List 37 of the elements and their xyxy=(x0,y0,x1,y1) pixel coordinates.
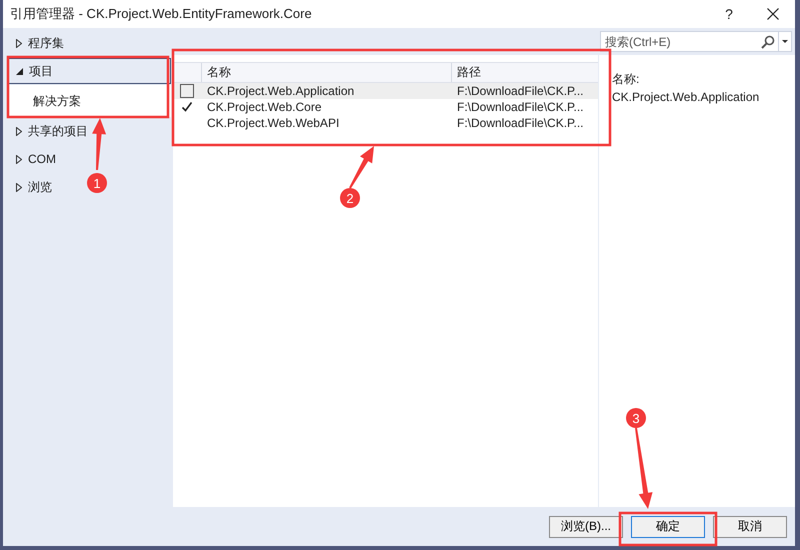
annotation-arrow xyxy=(349,146,374,188)
table-cell-text: F:\DownloadFile\CK.P... xyxy=(456,100,584,114)
dialog-button[interactable]: 浏览(B)... xyxy=(549,516,623,538)
sidebar-item[interactable]: 项目 xyxy=(7,58,171,84)
search-icon xyxy=(761,34,775,48)
table-cell-text: F:\DownloadFile\CK.P... xyxy=(456,84,584,98)
table-cell-text: F:\DownloadFile\CK.P... xyxy=(456,116,584,130)
expanded-triangle-icon[interactable] xyxy=(16,68,23,74)
collapsed-triangle-icon[interactable] xyxy=(16,126,22,136)
dropdown-icon[interactable] xyxy=(778,32,791,51)
sidebar-item[interactable]: 浏览 xyxy=(7,174,57,200)
details-label: 名称: xyxy=(612,71,640,88)
annotation-arrow xyxy=(92,118,106,170)
column-header[interactable]: 名称 xyxy=(201,63,451,82)
table-row[interactable]: CK.Project.Web.WebAPI F:\DownloadFile\CK.P... xyxy=(173,115,598,131)
dialog-button[interactable]: 确定 xyxy=(631,516,705,538)
checkbox[interactable] xyxy=(180,100,194,114)
close-icon xyxy=(767,8,779,20)
table-row[interactable]: CK.Project.Web.Core F:\DownloadFile\CK.P... xyxy=(173,99,598,115)
sidebar-item[interactable]: 共享的项目 xyxy=(7,118,93,144)
table-cell-text: CK.Project.Web.Core xyxy=(206,100,322,114)
sidebar-item[interactable]: 程序集 xyxy=(7,30,69,56)
table-cell-text: CK.Project.Web.WebAPI xyxy=(206,116,340,130)
details-value: CK.Project.Web.Application xyxy=(612,90,760,104)
sidebar-item[interactable]: COM xyxy=(7,146,61,172)
search-field[interactable]: 搜索(Ctrl+E) xyxy=(600,31,792,52)
sidebar-subitem[interactable]: 解决方案 xyxy=(7,85,171,117)
dialog-button[interactable]: 取消 xyxy=(713,516,787,538)
table-cell-text: CK.Project.Web.Application xyxy=(206,84,356,98)
collapsed-triangle-icon[interactable] xyxy=(16,38,22,48)
window-title: 引用管理器 - CK.Project.Web.EntityFramework.Core xyxy=(10,5,313,23)
column-header[interactable]: 路径 xyxy=(451,63,598,82)
collapsed-triangle-icon[interactable] xyxy=(16,182,22,192)
table-row[interactable]: CK.Project.Web.Application F:\DownloadFile\CK.P... xyxy=(173,83,598,99)
checkbox[interactable] xyxy=(180,84,194,98)
collapsed-triangle-icon[interactable] xyxy=(16,154,22,164)
help-button[interactable]: ? xyxy=(707,0,751,28)
